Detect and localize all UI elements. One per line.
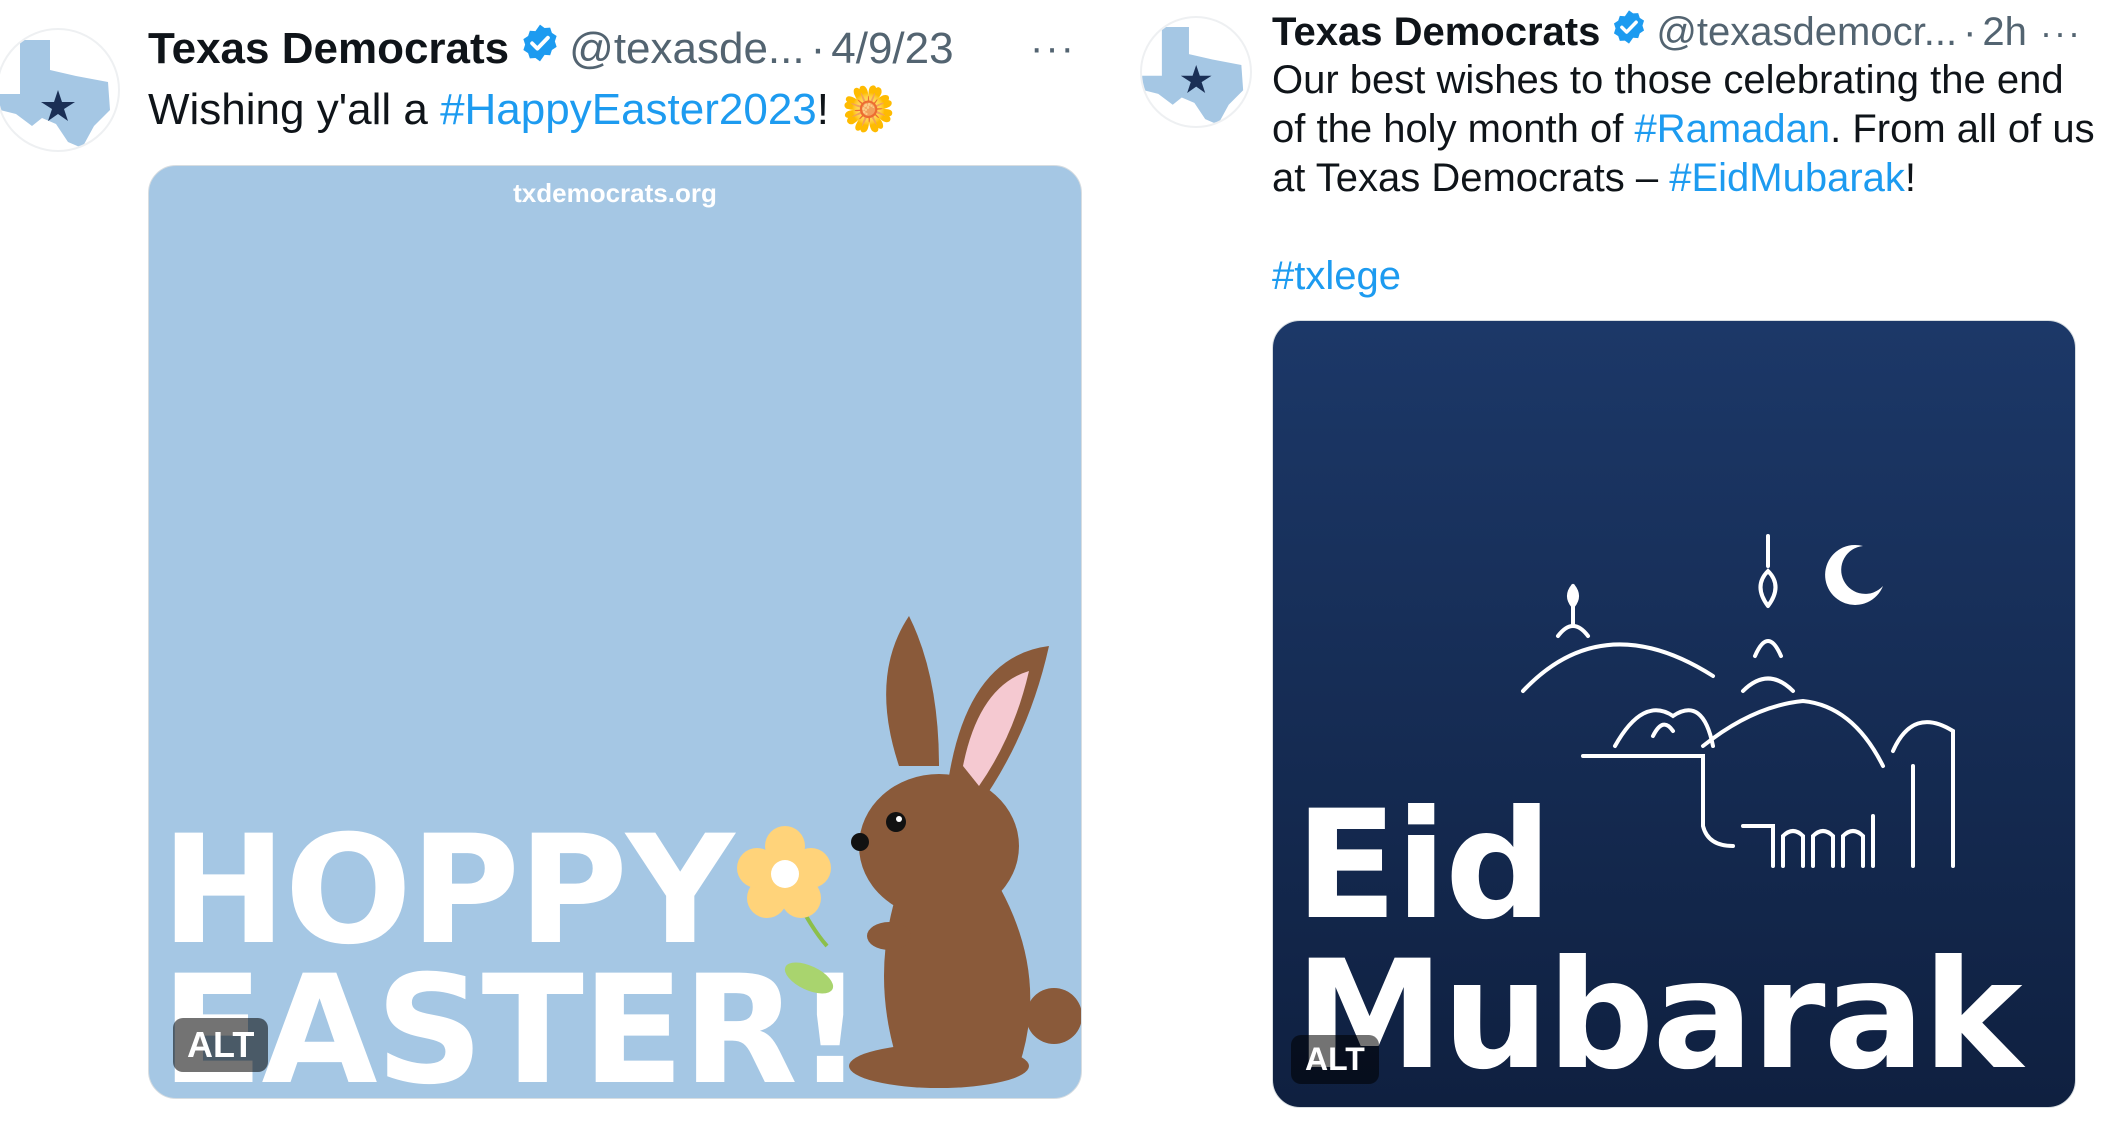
timestamp[interactable]: 4/9/23 bbox=[831, 24, 953, 74]
tweet-header: Texas Democrats @texasdemocr... · 2h bbox=[1272, 8, 2027, 56]
mubarak-text: Mubarak bbox=[1295, 929, 2023, 1103]
texas-logo-icon bbox=[0, 40, 110, 148]
tweet-easter[interactable]: Texas Democrats @texasde... · 4/9/23 ···… bbox=[0, 0, 1100, 1139]
mosque-icon bbox=[1521, 534, 1955, 868]
author-handle[interactable]: @texasde... bbox=[569, 24, 804, 74]
tweet-eid[interactable]: Texas Democrats @texasdemocr... · 2h ···… bbox=[1130, 0, 2103, 1139]
site-label: txdemocrats.org bbox=[513, 178, 717, 208]
tweet-text: Our best wishes to those celebrating the… bbox=[1272, 56, 2095, 301]
hashtag-link[interactable]: #EidMubarak bbox=[1669, 156, 1905, 200]
author-name[interactable]: Texas Democrats bbox=[148, 24, 509, 74]
tweet-text-line: of the holy month of #Ramadan. From all … bbox=[1272, 105, 2095, 154]
texas-logo-icon bbox=[1142, 27, 1244, 125]
avatar[interactable] bbox=[1140, 16, 1252, 128]
tweet-text-part: . From all of us bbox=[1830, 107, 2095, 151]
verified-badge-icon bbox=[519, 22, 561, 75]
more-options-icon[interactable]: ··· bbox=[2040, 12, 2082, 54]
tweet-text-part: ! bbox=[1904, 156, 1917, 200]
hashtag-link[interactable]: #HappyEaster2023 bbox=[440, 85, 817, 134]
author-name[interactable]: Texas Democrats bbox=[1272, 10, 1600, 55]
bunny-icon bbox=[849, 616, 1081, 1088]
more-options-icon[interactable]: ··· bbox=[1030, 26, 1076, 71]
eid-text: Eid bbox=[1295, 779, 1552, 953]
separator-dot: · bbox=[1963, 9, 1977, 54]
hashtag-link[interactable]: #txlege bbox=[1272, 254, 1401, 298]
tweet-text-part: of the holy month of bbox=[1272, 107, 1635, 151]
sunflower-emoji-icon: 🌼 bbox=[841, 85, 897, 134]
alt-badge[interactable]: ALT bbox=[1291, 1035, 1379, 1084]
tweet-text-line: Our best wishes to those celebrating the… bbox=[1272, 58, 2064, 102]
tweet-text: Wishing y'all a #HappyEaster2023! 🌼 bbox=[148, 80, 896, 140]
tweet-image[interactable]: txdemocrats.org HOPPY EASTER! ALT bbox=[148, 165, 1082, 1099]
timestamp[interactable]: 2h bbox=[1982, 10, 2027, 55]
tweet-text-line: at Texas Democrats – #EidMubarak! bbox=[1272, 154, 2095, 203]
tweet-text-part: Wishing y'all a bbox=[148, 85, 441, 134]
author-handle[interactable]: @texasdemocr... bbox=[1656, 10, 1957, 55]
tweet-header: Texas Democrats @texasde... · 4/9/23 bbox=[148, 22, 954, 75]
verified-badge-icon bbox=[1610, 8, 1648, 56]
tweet-text-part: at Texas Democrats – bbox=[1272, 156, 1670, 200]
avatar[interactable] bbox=[0, 28, 120, 152]
separator-dot: · bbox=[810, 23, 826, 73]
tweet-image[interactable]: Eid Mubarak ALT bbox=[1272, 320, 2076, 1108]
hashtag-link[interactable]: #Ramadan bbox=[1634, 107, 1830, 151]
alt-badge[interactable]: ALT bbox=[173, 1018, 269, 1072]
tweet-text-line: #txlege bbox=[1272, 252, 2095, 301]
tweet-text-part: ! bbox=[816, 85, 842, 134]
